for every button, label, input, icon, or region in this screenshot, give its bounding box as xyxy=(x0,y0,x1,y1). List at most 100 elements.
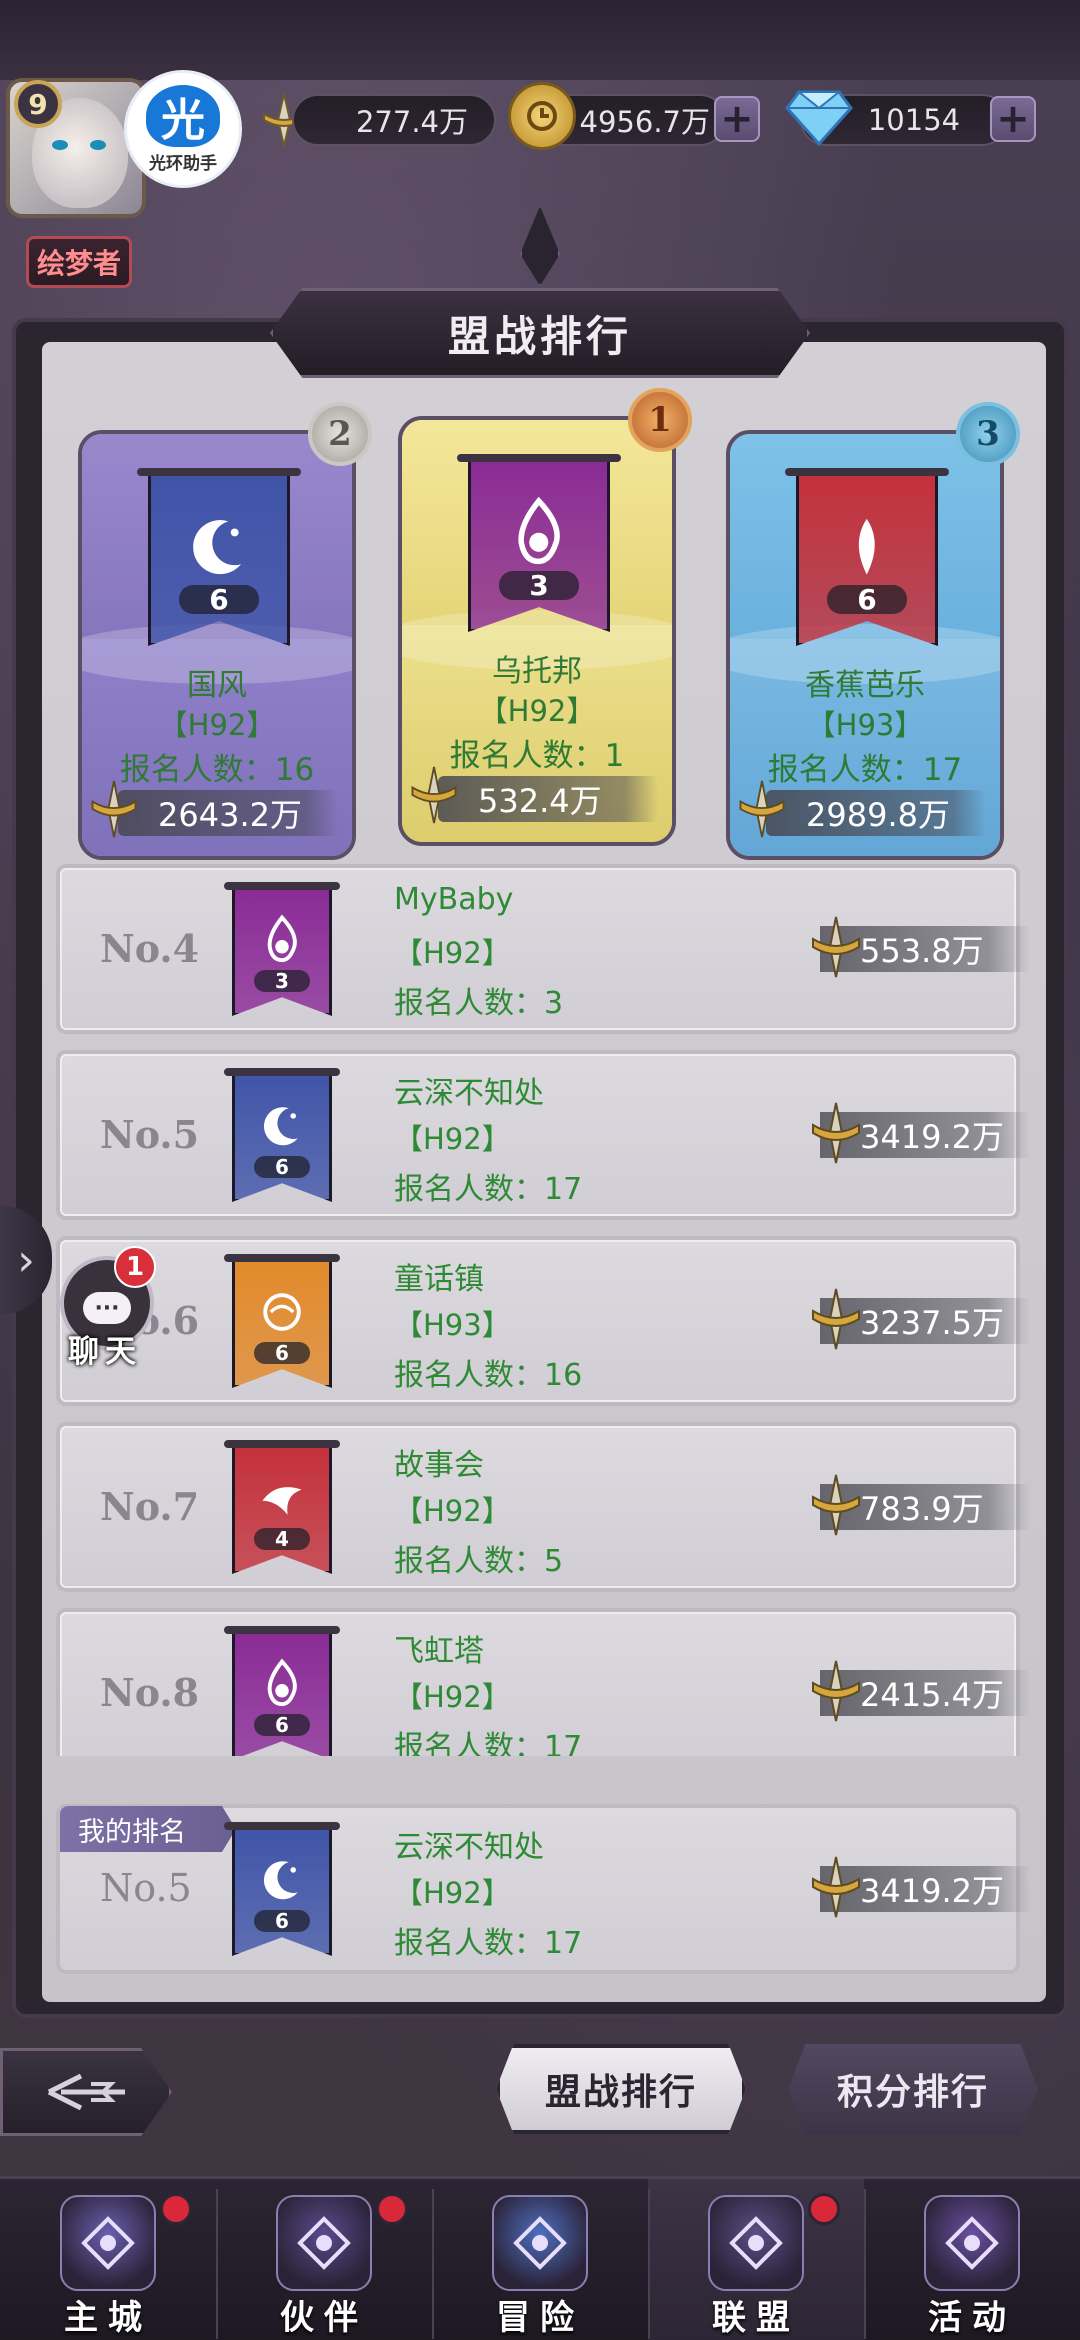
rank-prefix: No. xyxy=(100,1670,173,1715)
notification-dot xyxy=(808,2193,840,2225)
rank-prefix: No. xyxy=(100,1484,173,1529)
alliance-signup-count: 报名人数：17 xyxy=(394,1926,583,1961)
banner-cloth xyxy=(148,468,290,646)
flame-emblem-icon xyxy=(499,493,579,577)
rank-prefix: No. xyxy=(100,1112,173,1157)
banner-cloth xyxy=(796,468,938,646)
notification-dot xyxy=(160,2193,192,2225)
alliance-server: 【H92】 xyxy=(394,936,511,970)
podium-card-rank-1[interactable]: 3 乌托邦 【H92】 报名人数：1 532.4万 xyxy=(398,416,676,846)
rank-number: No.7 xyxy=(100,1484,220,1529)
banner-cloth xyxy=(232,1822,332,1956)
add-gem-button[interactable]: + xyxy=(990,96,1036,142)
ranking-row[interactable]: No.8 6 飞虹塔 【H92】 报名人数：17 2415.4万 xyxy=(56,1608,1030,1756)
podium-card-rank-3[interactable]: 6 香蕉芭乐 【H93】 报名人数：17 2989.8万 xyxy=(726,430,1004,860)
alliance-banner: 6 xyxy=(224,1254,340,1388)
alliance-signup-count: 报名人数：5 xyxy=(394,1544,564,1579)
ranking-list[interactable]: No.4 3 MyBaby 【H92】 报名人数：3 553.8万 No.5 6 云深不知处 【H… xyxy=(38,864,1042,1756)
nav-item-cards[interactable]: 活动 xyxy=(864,2179,1080,2340)
alliance-power: 2643.2万 xyxy=(118,790,338,836)
nav-item-compass[interactable]: 冒险 xyxy=(432,2179,648,2340)
compass-icon xyxy=(492,2195,588,2291)
banner-rod xyxy=(456,454,622,462)
chat-bubble-icon: ··· xyxy=(83,1292,131,1324)
power-sword-icon xyxy=(804,1852,868,1922)
moon-emblem-icon xyxy=(254,1098,310,1158)
rank-number: No.5 xyxy=(100,1112,220,1157)
nav-item-castle[interactable]: 主城 xyxy=(0,2179,216,2340)
rank-medal-icon: 2 xyxy=(308,402,372,466)
alliance-banner: 3 xyxy=(456,454,622,632)
chat-label: 聊天 xyxy=(68,1334,142,1370)
status-bar-area xyxy=(0,0,1080,80)
moon-swirl-emblem-icon xyxy=(254,1284,310,1344)
rank-medal-icon: 3 xyxy=(956,402,1020,466)
back-button[interactable] xyxy=(0,2048,172,2136)
banner-level: 6 xyxy=(254,1155,310,1179)
nav-label: 伙伴 xyxy=(280,2298,368,2338)
banner-level: 6 xyxy=(254,1713,310,1737)
banner-cloth xyxy=(232,1254,332,1388)
alliance-signup-count: 报名人数：16 xyxy=(394,1358,583,1393)
notification-dot xyxy=(376,2193,408,2225)
alliance-banner: 6 xyxy=(224,1822,340,1956)
power-sword-icon xyxy=(804,912,868,982)
rank-medal-icon: 1 xyxy=(628,388,692,452)
alliance-name: 云深不知处 xyxy=(394,1830,544,1865)
resource-bar: 9 光 光环助手 277.4万 4956.7万 + 10154 + xyxy=(0,70,1080,218)
tab-alliance-battle-ranking[interactable]: 盟战排行 xyxy=(496,2044,746,2134)
ranking-row[interactable]: No.7 4 故事会 【H92】 报名人数：5 783.9万 xyxy=(56,1422,1030,1592)
leaf-emblem-icon xyxy=(827,507,907,591)
helper-app-button[interactable]: 光 光环助手 xyxy=(124,70,242,188)
diamond-icon xyxy=(784,86,854,148)
my-rank-tag: 我的排名 xyxy=(60,1806,236,1852)
banner-level: 4 xyxy=(254,1527,310,1551)
alliance-server: 【H92】 xyxy=(394,1122,511,1156)
power-value: 277.4万 xyxy=(292,94,496,146)
nav-label: 冒险 xyxy=(496,2298,584,2338)
alliance-banner: 6 xyxy=(224,1068,340,1202)
rank-value: 5 xyxy=(167,1866,192,1910)
power-sword-icon xyxy=(804,1098,868,1168)
rank-value: 8 xyxy=(172,1670,200,1715)
ranking-row[interactable]: No.66童话镇【H93】报名人数：163237.5万 xyxy=(56,1236,1030,1406)
alliance-server: 【H92】 xyxy=(158,708,276,742)
ranking-row[interactable]: No.4 3 MyBaby 【H92】 报名人数：3 553.8万 xyxy=(56,864,1030,1034)
banner-rod xyxy=(224,1626,340,1634)
alliance-banner: 6 xyxy=(784,468,950,646)
nav-divider xyxy=(648,2189,650,2339)
flame-emblem-icon xyxy=(254,1656,310,1716)
cards-icon xyxy=(924,2195,1020,2291)
alliance-power: 2989.8万 xyxy=(766,790,986,836)
page-title: 盟战排行 xyxy=(270,288,810,378)
rank-prefix: No. xyxy=(100,1866,168,1910)
banner-rod xyxy=(224,1068,340,1076)
nav-divider xyxy=(864,2189,866,2339)
alliance-signup-count: 报名人数：17 xyxy=(394,1730,583,1756)
alliance-server: 【H92】 xyxy=(478,694,596,728)
tab-points-ranking[interactable]: 积分排行 xyxy=(788,2044,1038,2134)
alliance-name: 云深不知处 xyxy=(394,1076,544,1111)
alliance-banner: 6 xyxy=(136,468,302,646)
banner-level: 6 xyxy=(254,1341,310,1365)
add-gold-button[interactable]: + xyxy=(714,96,760,142)
power-sword-icon xyxy=(84,776,144,842)
banner-cloth xyxy=(232,882,332,1016)
witch-hat-icon xyxy=(276,2195,372,2291)
nav-item-witch-hat[interactable]: 伙伴 xyxy=(216,2179,432,2340)
alliance-server: 【H92】 xyxy=(394,1680,511,1714)
power-sword-icon xyxy=(804,1284,868,1354)
ranking-row[interactable]: No.5 6 云深不知处 【H92】 报名人数：17 3419.2万 xyxy=(56,1050,1030,1220)
banner-cloth xyxy=(468,454,610,632)
banner-rod xyxy=(224,1440,340,1448)
podium-card-rank-2[interactable]: 6 国风 【H92】 报名人数：16 2643.2万 xyxy=(78,430,356,860)
back-arrow-icon xyxy=(47,2073,125,2111)
bottom-navigation: 主城 伙伴 冒险 联盟 活动 xyxy=(0,2176,1080,2340)
banner-rod xyxy=(224,882,340,890)
alliance-server: 【H93】 xyxy=(806,708,924,742)
banner-level: 3 xyxy=(254,969,310,993)
moon-emblem-icon xyxy=(254,1852,310,1912)
my-rank-row[interactable]: 我的排名 No.5 6 云深不知处 【H92】 报名人数：17 3419.2万 xyxy=(56,1804,1030,1974)
nav-item-shield[interactable]: 联盟 xyxy=(648,2179,864,2340)
nav-label: 主城 xyxy=(64,2298,152,2338)
